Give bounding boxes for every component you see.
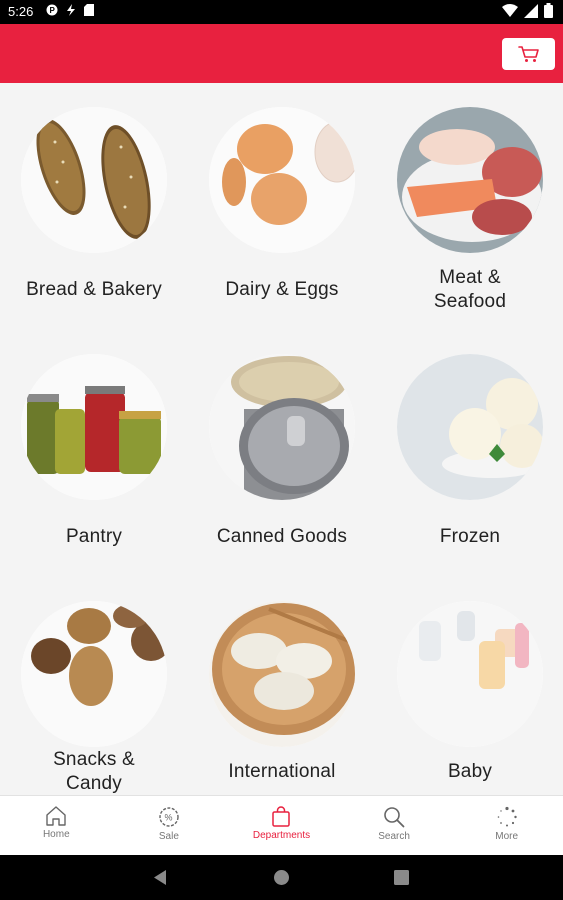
department-label: Bread & Bakery — [26, 279, 162, 300]
nav-departments[interactable]: Departments — [225, 796, 338, 855]
ice-cream-photo — [397, 354, 543, 500]
department-bread-bakery[interactable]: Bread & Bakery — [0, 83, 188, 323]
department-international[interactable]: International — [188, 577, 376, 795]
department-label: Snacks & Candy — [53, 749, 135, 794]
nuts-photo — [21, 601, 167, 747]
nav-search[interactable]: Search — [338, 796, 451, 855]
department-label: Pantry — [65, 526, 123, 547]
status-time: 5:26 — [8, 4, 34, 19]
department-baby[interactable]: Baby — [376, 577, 563, 795]
department-meat-seafood[interactable]: Meat & Seafood — [376, 83, 563, 323]
status-bar: 5:26 P — [0, 0, 563, 24]
department-label: Dairy & Eggs — [225, 279, 339, 300]
nav-home[interactable]: Home — [0, 796, 113, 855]
home-icon — [46, 806, 66, 826]
p-icon: P — [46, 4, 58, 16]
lightning-icon — [67, 4, 75, 16]
more-icon — [497, 806, 517, 827]
cart-button[interactable] — [502, 38, 555, 70]
department-label: Meat & Seafood — [433, 267, 507, 312]
department-snacks-candy[interactable]: Snacks & Candy — [0, 577, 188, 795]
department-dairy-eggs[interactable]: Dairy & Eggs — [188, 83, 376, 323]
baby-bottles-photo — [397, 601, 543, 747]
meat-photo — [397, 107, 543, 253]
cans-photo — [209, 354, 355, 500]
shopping-bag-icon — [272, 806, 291, 827]
signal-icon — [524, 3, 538, 18]
department-label: Frozen — [439, 526, 501, 547]
svg-text:P: P — [50, 6, 56, 15]
search-icon — [384, 807, 405, 828]
app-header — [0, 24, 563, 83]
sale-icon: % — [159, 807, 179, 827]
android-nav-bar — [0, 855, 563, 900]
bread-photo — [21, 107, 167, 253]
department-frozen[interactable]: Frozen — [376, 330, 563, 570]
department-label: International — [228, 761, 336, 782]
department-canned-goods[interactable]: Canned Goods — [188, 330, 376, 570]
dumplings-photo — [209, 601, 355, 747]
department-pantry[interactable]: Pantry — [0, 330, 188, 570]
sd-card-icon — [84, 4, 94, 16]
home-circle-icon[interactable] — [273, 869, 290, 886]
eggs-photo — [209, 107, 355, 253]
bottom-nav: Home % Sale Departments Search More — [0, 795, 563, 855]
department-label: Baby — [447, 761, 493, 782]
nav-more[interactable]: More — [450, 796, 563, 855]
svg-text:%: % — [164, 813, 172, 823]
back-icon[interactable] — [152, 869, 168, 886]
jars-photo — [21, 354, 167, 500]
departments-grid: Bread & Bakery Dairy & Eggs Meat & Seafo… — [0, 83, 563, 795]
nav-sale[interactable]: % Sale — [113, 796, 226, 855]
department-label: Canned Goods — [216, 526, 348, 547]
battery-icon — [544, 3, 553, 18]
wifi-icon — [502, 3, 518, 17]
cart-icon — [517, 46, 539, 62]
recents-icon[interactable] — [394, 870, 409, 885]
